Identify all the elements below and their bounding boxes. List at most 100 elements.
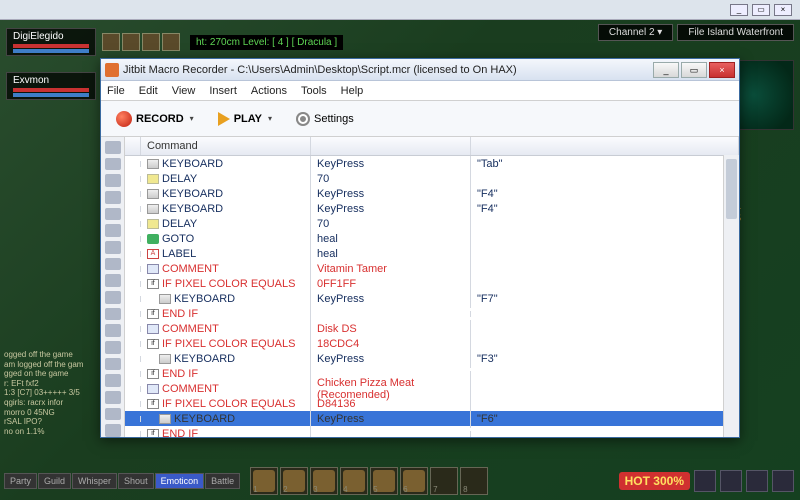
expand-toggle[interactable] (125, 341, 141, 347)
col-p1[interactable] (311, 137, 471, 155)
expand-toggle[interactable] (125, 371, 141, 377)
expand-toggle[interactable] (125, 266, 141, 272)
buff-icon[interactable] (142, 33, 160, 51)
play-button[interactable]: PLAY ▾ (209, 109, 281, 129)
sidebar-tool-icon[interactable] (105, 408, 121, 421)
log-line: ogged off the game (4, 350, 94, 360)
menu-edit[interactable]: Edit (139, 85, 158, 97)
menu-file[interactable]: File (107, 85, 125, 97)
sidebar-tool-icon[interactable] (105, 374, 121, 387)
chat-tab-whisper[interactable]: Whisper (72, 473, 117, 489)
hotbar-slot-7[interactable]: 7 (430, 467, 458, 495)
hotbar-slot-3[interactable]: 3 (310, 467, 338, 495)
window-close-button[interactable]: × (709, 62, 735, 78)
chat-tab-party[interactable]: Party (4, 473, 37, 489)
expand-toggle[interactable] (125, 311, 141, 317)
player2-panel[interactable]: Exvmon (6, 72, 96, 100)
menu-button[interactable] (746, 470, 768, 492)
expand-toggle[interactable] (125, 221, 141, 227)
expand-toggle[interactable] (125, 401, 141, 407)
menu-button[interactable] (694, 470, 716, 492)
settings-label: Settings (314, 113, 354, 125)
chevron-down-icon: ▾ (657, 27, 662, 38)
sidebar-tool-icon[interactable] (105, 174, 121, 187)
menu-view[interactable]: View (172, 85, 196, 97)
sidebar-tool-icon[interactable] (105, 191, 121, 204)
buff-icon[interactable] (162, 33, 180, 51)
sidebar-tool-icon[interactable] (105, 224, 121, 237)
macro-grid[interactable]: Command KEYBOARDKeyPress"Tab"DELAY70KEYB… (125, 137, 739, 437)
expand-toggle[interactable] (125, 236, 141, 242)
row-param2 (471, 401, 739, 407)
os-minimize-button[interactable]: _ (730, 4, 748, 16)
expand-toggle[interactable] (125, 356, 141, 362)
log-line: r: EFt fxf2 (4, 379, 94, 389)
sidebar-tool-icon[interactable] (105, 308, 121, 321)
channel-label: Channel 2 (609, 27, 655, 38)
scrollbar-thumb[interactable] (726, 159, 737, 219)
expand-toggle[interactable] (125, 431, 141, 437)
expand-toggle[interactable] (125, 281, 141, 287)
chat-tab-guild[interactable]: Guild (38, 473, 71, 489)
hotbar-slot-5[interactable]: 5 (370, 467, 398, 495)
hotbar-slot-1[interactable]: 1 (250, 467, 278, 495)
top-right-panels: Channel 2 ▾ File Island Waterfront (598, 24, 794, 41)
chat-tab-shout[interactable]: Shout (118, 473, 154, 489)
expand-toggle[interactable] (125, 416, 141, 422)
log-line: no on 1.1% (4, 427, 94, 437)
sidebar-tool-icon[interactable] (105, 141, 121, 154)
os-close-button[interactable]: × (774, 4, 792, 16)
menu-insert[interactable]: Insert (209, 85, 237, 97)
col-command[interactable]: Command (141, 137, 311, 155)
row-param2: "F7" (471, 290, 739, 308)
vertical-scrollbar[interactable] (723, 155, 739, 437)
sidebar-tool-icon[interactable] (105, 324, 121, 337)
menu-help[interactable]: Help (341, 85, 364, 97)
menu-button[interactable] (772, 470, 794, 492)
macro-row[interactable]: ifEND IF (125, 426, 739, 437)
settings-button[interactable]: Settings (287, 109, 363, 129)
record-button[interactable]: RECORD ▾ (107, 108, 203, 130)
player1-panel[interactable]: DigiElegido (6, 28, 96, 56)
sidebar-tool-icon[interactable] (105, 358, 121, 371)
expand-toggle[interactable] (125, 296, 141, 302)
chevron-down-icon[interactable]: ▾ (190, 114, 194, 123)
hotbar-slot-2[interactable]: 2 (280, 467, 308, 495)
col-p2[interactable] (471, 137, 739, 155)
hotbar-slot-8[interactable]: 8 (460, 467, 488, 495)
expand-toggle[interactable] (125, 206, 141, 212)
buff-icon[interactable] (122, 33, 140, 51)
sidebar-tool-icon[interactable] (105, 341, 121, 354)
chat-tab-battle[interactable]: Battle (205, 473, 240, 489)
window-titlebar[interactable]: Jitbit Macro Recorder - C:\Users\Admin\D… (101, 59, 739, 81)
hotbar-slot-4[interactable]: 4 (340, 467, 368, 495)
window-minimize-button[interactable]: _ (653, 62, 679, 78)
sidebar-tool-icon[interactable] (105, 241, 121, 254)
expand-toggle[interactable] (125, 191, 141, 197)
sidebar-tool-icon[interactable] (105, 208, 121, 221)
expand-toggle[interactable] (125, 251, 141, 257)
hot-pct: 300% (653, 474, 684, 488)
channel-selector[interactable]: Channel 2 ▾ (598, 24, 673, 41)
expand-toggle[interactable] (125, 386, 141, 392)
buff-icon[interactable] (102, 33, 120, 51)
sidebar-tool-icon[interactable] (105, 158, 121, 171)
window-maximize-button[interactable]: ▭ (681, 62, 707, 78)
hot-bonus-badge[interactable]: HOT 300% (619, 472, 690, 490)
expand-toggle[interactable] (125, 176, 141, 182)
sidebar-tool-icon[interactable] (105, 274, 121, 287)
expand-toggle[interactable] (125, 161, 141, 167)
menu-tools[interactable]: Tools (301, 85, 327, 97)
comment-icon (147, 264, 159, 274)
chevron-down-icon[interactable]: ▾ (268, 114, 272, 123)
sidebar-tool-icon[interactable] (105, 258, 121, 271)
expand-toggle[interactable] (125, 326, 141, 332)
menu-actions[interactable]: Actions (251, 85, 287, 97)
hotbar-slot-6[interactable]: 6 (400, 467, 428, 495)
os-maximize-button[interactable]: ▭ (752, 4, 770, 16)
menu-button[interactable] (720, 470, 742, 492)
chat-tab-emoticon[interactable]: Emoticon (155, 473, 205, 489)
sidebar-tool-icon[interactable] (105, 424, 121, 437)
sidebar-tool-icon[interactable] (105, 391, 121, 404)
sidebar-tool-icon[interactable] (105, 291, 121, 304)
